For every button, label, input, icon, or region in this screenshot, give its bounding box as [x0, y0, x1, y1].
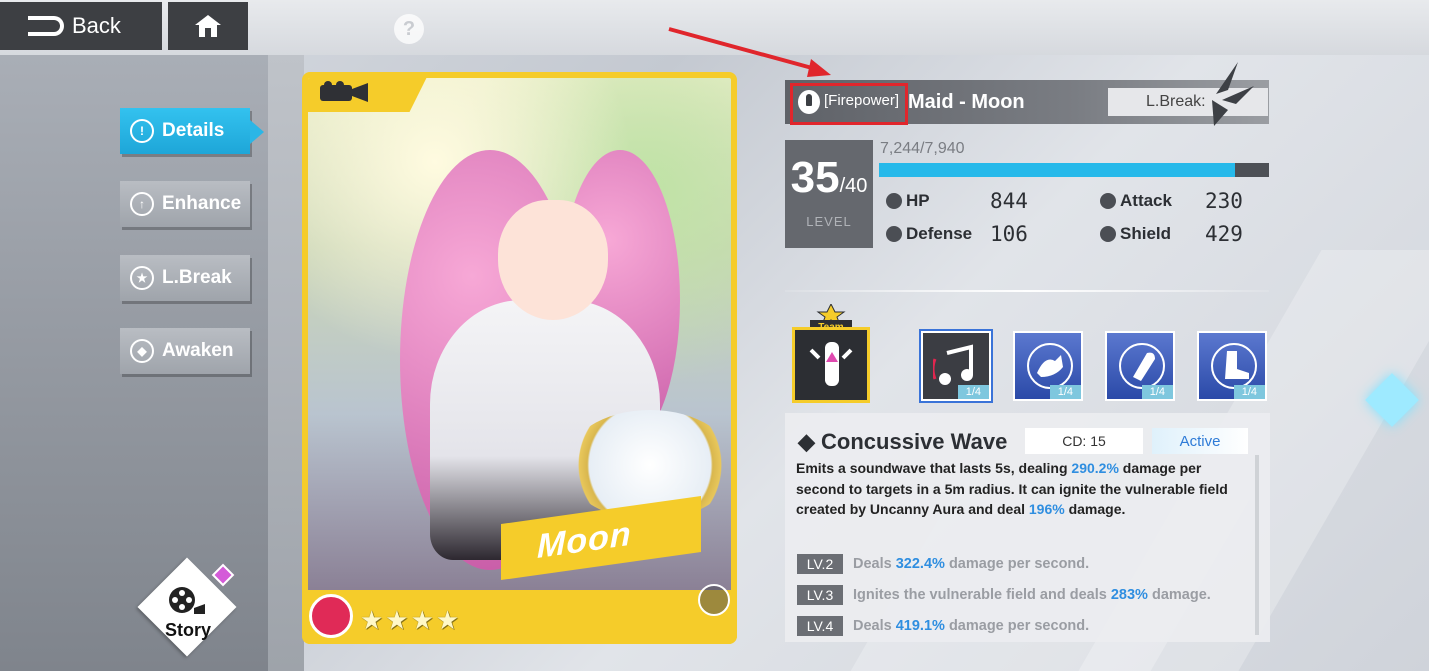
annotation-arrow	[668, 27, 831, 77]
exclamation-icon: !	[130, 119, 154, 143]
desc-text: damage.	[1064, 501, 1126, 517]
plus-icon	[886, 193, 902, 209]
home-button[interactable]	[168, 2, 248, 50]
character-face	[498, 200, 608, 320]
skill-slot-1[interactable]: 1/4	[919, 329, 993, 403]
lbreak-emblem-icon	[1212, 62, 1254, 126]
skill-type-badge: Active	[1152, 428, 1248, 454]
level-text: damage.	[1147, 587, 1211, 603]
cooldown-label: CD: 15	[1025, 428, 1143, 454]
menu-item-enhance[interactable]: ↑ Enhance	[120, 181, 250, 227]
stat-defense: Defense	[886, 224, 972, 244]
skill-slot-4[interactable]: 1/4	[1197, 331, 1267, 401]
level-text: Deals	[853, 618, 896, 634]
skill-title-text: Concussive Wave	[821, 429, 1008, 454]
story-label: Story	[164, 620, 211, 640]
help-button[interactable]: ?	[394, 14, 424, 44]
menu-item-label: Enhance	[162, 193, 242, 214]
level-text: damage per second.	[944, 618, 1090, 634]
barrier-icon	[1100, 226, 1116, 242]
stat-label: Defense	[906, 224, 973, 243]
stat-label: HP	[906, 191, 930, 210]
home-icon	[195, 15, 221, 37]
bullet-icon	[1119, 343, 1165, 389]
arm-up-icon	[1027, 343, 1073, 389]
level-text: damage per second.	[944, 556, 1090, 572]
sword-icon	[1100, 193, 1116, 209]
rocket-icon	[809, 342, 853, 386]
card-corner	[308, 78, 427, 112]
boot-icon	[1211, 343, 1257, 389]
skill-level: 1/4	[957, 385, 989, 399]
level-max: /40	[839, 175, 868, 197]
annotation-highlight-box	[790, 83, 908, 125]
side-panel-edge	[268, 55, 304, 671]
desc-value: 196%	[1028, 501, 1065, 517]
stat-label: Attack	[1120, 191, 1172, 210]
stat-attack-value: 230	[1205, 189, 1243, 213]
desc-text: Emits a soundwave that lasts 5s, dealing	[796, 460, 1072, 476]
diamond-icon: ◆	[130, 339, 154, 363]
lock-icon[interactable]	[698, 584, 730, 616]
exp-fill	[879, 163, 1235, 177]
stat-attack: Attack	[1100, 191, 1172, 211]
diamond-bullet-icon: ◆	[798, 429, 815, 454]
camera-icon[interactable]	[318, 80, 370, 104]
level-label: LEVEL	[806, 214, 852, 229]
level-value: 322.4%	[895, 556, 945, 572]
level-text: Ignites the vulnerable field and deals	[853, 587, 1111, 603]
arrow-up-icon: ↑	[130, 192, 154, 216]
role-icon	[309, 594, 353, 638]
stat-shield-value: 429	[1205, 222, 1243, 246]
level-box: 35/40 LEVEL	[785, 140, 873, 248]
star-icon: ★	[130, 266, 154, 290]
menu-item-label: Awaken	[162, 340, 234, 361]
menu-item-details[interactable]: ! Details	[120, 108, 250, 154]
music-note-icon	[933, 344, 973, 385]
character-name: Maid - Moon	[908, 91, 1025, 113]
exp-bar	[879, 163, 1269, 177]
level-value: 419.1%	[895, 618, 945, 634]
skill-slot-3[interactable]: 1/4	[1105, 331, 1175, 401]
level-tag: LV.3	[797, 585, 843, 605]
level-text: Deals	[853, 556, 896, 572]
back-button[interactable]: Back	[0, 2, 162, 50]
skill-level: 1/4	[1233, 385, 1265, 399]
stat-label: Shield	[1120, 224, 1172, 243]
menu-item-lbreak[interactable]: ★ L.Break	[120, 255, 250, 301]
skill-level-row: LV.4 Deals 419.1% damage per second.	[797, 616, 1089, 636]
level-value: 283%	[1110, 587, 1148, 603]
menu-item-label: Details	[162, 120, 225, 141]
active-menu-pointer	[250, 120, 264, 144]
back-arrow-icon	[28, 16, 64, 36]
skill-level-row: LV.3 Ignites the vulnerable field and de…	[797, 585, 1211, 605]
skill-description: Emits a soundwave that lasts 5s, dealing…	[796, 458, 1251, 520]
rarity-stars: ★★★★	[360, 605, 462, 635]
level-tag: LV.2	[797, 554, 843, 574]
level-tag: LV.4	[797, 616, 843, 636]
lbreak-label: L.Break:	[1146, 93, 1206, 110]
menu-item-awaken[interactable]: ◆ Awaken	[120, 328, 250, 374]
skill-slot-2[interactable]: 1/4	[1013, 331, 1083, 401]
desc-value: 290.2%	[1071, 460, 1119, 476]
shield-icon	[886, 226, 902, 242]
film-reel-icon	[169, 587, 205, 614]
skill-title: ◆ Concussive Wave	[798, 429, 1007, 455]
back-label: Back	[72, 13, 121, 38]
exp-text: 7,244/7,940	[880, 140, 965, 157]
stat-defense-value: 106	[990, 222, 1028, 246]
skill-level: 1/4	[1141, 385, 1173, 399]
stat-shield: Shield	[1100, 224, 1171, 244]
stat-hp: HP	[886, 191, 930, 211]
description-scrollbar[interactable]	[1255, 455, 1259, 635]
stat-hp-value: 844	[990, 189, 1028, 213]
team-skill-slot[interactable]	[792, 327, 870, 403]
divider	[785, 290, 1269, 292]
level-value: 35	[790, 153, 840, 202]
menu-item-label: L.Break	[162, 267, 232, 288]
skill-level: 1/4	[1049, 385, 1081, 399]
skill-level-row: LV.2 Deals 322.4% damage per second.	[797, 554, 1089, 574]
